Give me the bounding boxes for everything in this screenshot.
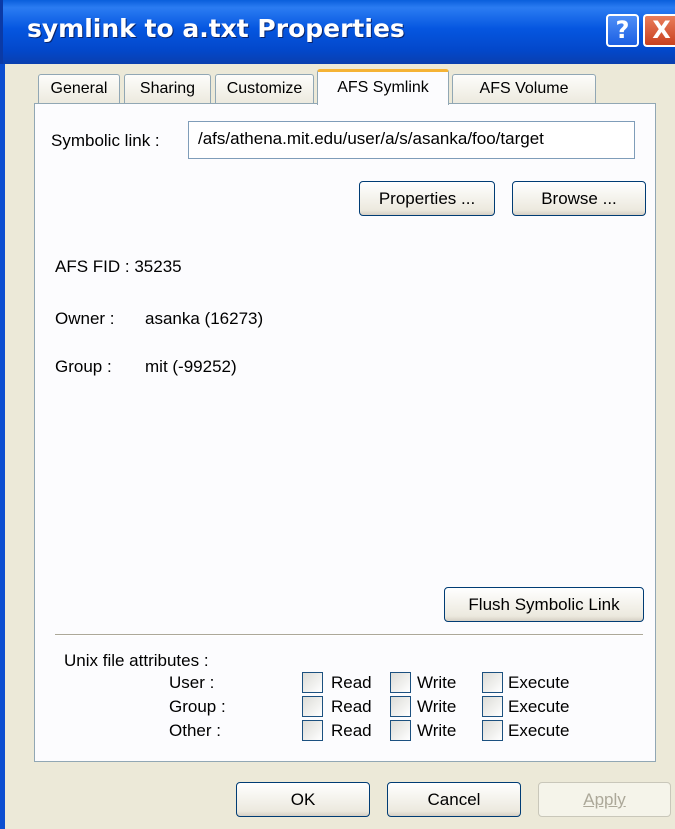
group-write-label: Write: [417, 697, 457, 716]
afs-fid: AFS FID : 35235: [55, 257, 182, 276]
user-execute-label: Execute: [508, 673, 570, 692]
other-read-label: Read: [331, 721, 372, 740]
tab-general[interactable]: General: [38, 74, 120, 104]
user-write-label: Write: [417, 673, 457, 692]
ok-button[interactable]: OK: [236, 782, 370, 817]
group-value: mit (-99252): [145, 357, 237, 376]
symbolic-link-field[interactable]: /afs/athena.mit.edu/user/a/s/asanka/foo/…: [188, 121, 635, 159]
owner-label: Owner :: [55, 309, 115, 328]
help-icon[interactable]: ?: [606, 14, 639, 47]
other-write-checkbox[interactable]: [390, 720, 411, 741]
flush-symbolic-link-button[interactable]: Flush Symbolic Link: [444, 587, 644, 622]
window-title: symlink to a.txt Properties: [27, 14, 405, 43]
tab-afs-symlink[interactable]: AFS Symlink: [317, 69, 449, 105]
tab-customize[interactable]: Customize: [215, 74, 314, 104]
unix-attributes-heading: Unix file attributes :: [64, 651, 209, 670]
unix-row-label-group: Group :: [169, 697, 226, 716]
cancel-button[interactable]: Cancel: [387, 782, 521, 817]
window-frame: [0, 64, 5, 829]
user-read-label: Read: [331, 673, 372, 692]
user-read-checkbox[interactable]: [302, 672, 323, 693]
other-execute-checkbox[interactable]: [482, 720, 503, 741]
close-icon[interactable]: X: [643, 14, 675, 47]
title-bar[interactable]: symlink to a.txt Properties ? X: [0, 0, 675, 64]
other-write-label: Write: [417, 721, 457, 740]
unix-row-label-user: User :: [169, 673, 215, 692]
group-read-label: Read: [331, 697, 372, 716]
owner-value: asanka (16273): [145, 309, 264, 328]
group-read-checkbox[interactable]: [302, 696, 323, 717]
unix-row-label-other: Other :: [169, 721, 221, 740]
other-read-checkbox[interactable]: [302, 720, 323, 741]
group-write-checkbox[interactable]: [390, 696, 411, 717]
group-execute-checkbox[interactable]: [482, 696, 503, 717]
tab-sharing[interactable]: Sharing: [124, 74, 211, 104]
tab-afs-volume[interactable]: AFS Volume: [452, 74, 596, 104]
apply-button-label: Apply: [583, 790, 626, 809]
properties-button[interactable]: Properties ...: [359, 181, 495, 216]
group-execute-label: Execute: [508, 697, 570, 716]
symbolic-link-label: Symbolic link :: [51, 131, 160, 150]
other-execute-label: Execute: [508, 721, 570, 740]
separator: [55, 634, 643, 636]
apply-button[interactable]: Apply: [538, 782, 671, 817]
user-write-checkbox[interactable]: [390, 672, 411, 693]
user-execute-checkbox[interactable]: [482, 672, 503, 693]
browse-button[interactable]: Browse ...: [512, 181, 646, 216]
group-label: Group :: [55, 357, 112, 376]
